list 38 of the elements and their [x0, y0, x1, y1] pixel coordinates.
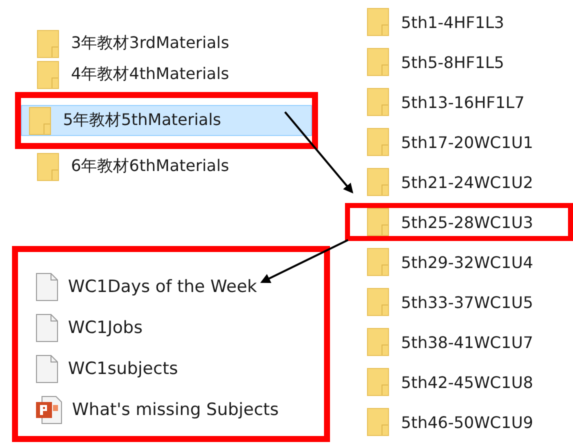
folder-icon — [367, 128, 389, 156]
file-item[interactable]: What's missing Subjects — [36, 389, 324, 430]
folder-icon — [367, 168, 389, 196]
folder-icon — [367, 328, 389, 356]
folder-item[interactable]: 5th46-50WC1U9 — [340, 402, 573, 442]
folder-icon — [367, 208, 389, 236]
folder-icon — [367, 288, 389, 316]
folder-icon — [367, 48, 389, 76]
folder-item[interactable]: 3年教材3rdMaterials — [15, 28, 318, 59]
folder-item[interactable]: 5年教材5thMaterials — [21, 105, 312, 136]
file-item[interactable]: WC1subjects — [36, 348, 324, 389]
folder-item[interactable]: 5th5-8HF1L5 — [340, 42, 573, 82]
folder-item[interactable]: 5th21-24WC1U2 — [340, 162, 573, 202]
presentation-file-icon — [36, 396, 62, 424]
folder-item[interactable]: 5th17-20WC1U1 — [340, 122, 573, 162]
folder-item[interactable]: 5th33-37WC1U5 — [340, 282, 573, 322]
folder-item[interactable]: 5th38-41WC1U7 — [340, 322, 573, 362]
file-item[interactable]: WC1Jobs — [36, 307, 324, 348]
folder-item[interactable]: 5th1-4HF1L3 — [340, 2, 573, 42]
folder-item[interactable]: 5th25-28WC1U3 — [345, 203, 573, 241]
folder-icon — [367, 368, 389, 396]
folder-item[interactable]: 5th42-45WC1U8 — [340, 362, 573, 402]
document-icon — [36, 314, 58, 342]
document-icon — [36, 354, 58, 382]
folder-icon — [37, 60, 59, 88]
folder-icon — [367, 8, 389, 36]
folder-icon — [37, 152, 59, 180]
folder-item[interactable]: 6年教材6thMaterials — [15, 151, 318, 182]
folder-icon — [29, 106, 51, 134]
folder-icon — [367, 408, 389, 436]
document-icon — [36, 272, 58, 300]
file-item[interactable]: WC1Days of the Week — [36, 266, 324, 307]
folder-item[interactable]: 5th13-16HF1L7 — [340, 82, 573, 122]
folder-icon — [37, 30, 59, 58]
folder-icon — [367, 248, 389, 276]
folder-item[interactable]: 4年教材4thMaterials — [15, 59, 318, 90]
folder-item[interactable]: 5th29-32WC1U4 — [340, 242, 573, 282]
folder-icon — [367, 88, 389, 116]
